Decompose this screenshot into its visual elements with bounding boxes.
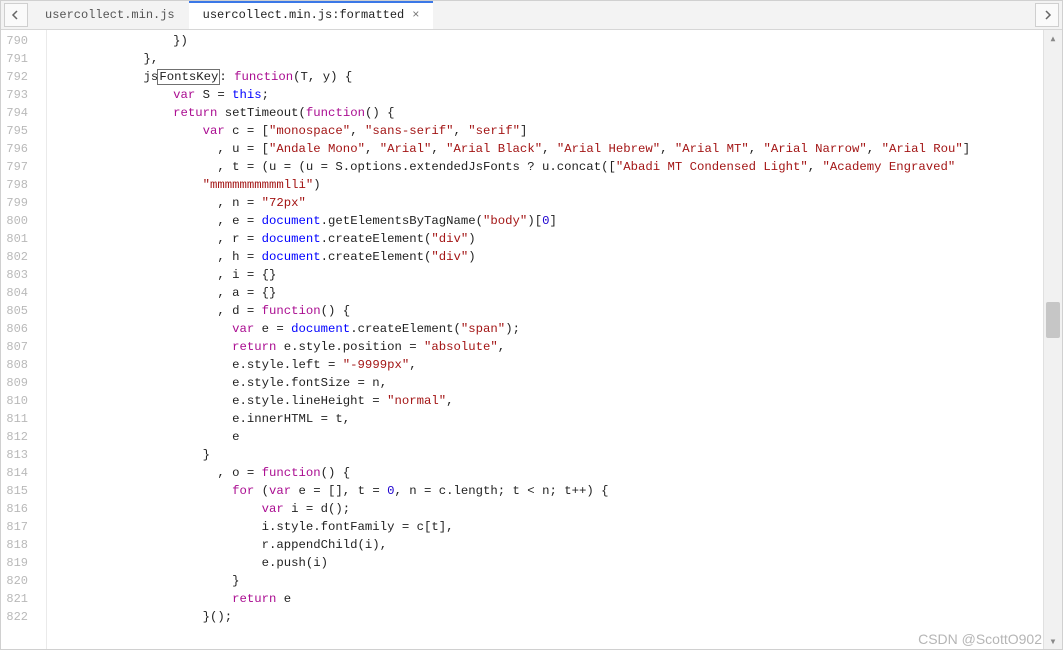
tab-nav-left[interactable] (4, 3, 28, 27)
tab-usercollect-min-js[interactable]: usercollect.min.js (31, 1, 189, 29)
scroll-down-icon[interactable]: ▾ (1044, 633, 1062, 649)
code-content[interactable]: }) }, jsFontsKey: function(T, y) { var S… (47, 30, 1043, 649)
vertical-scrollbar[interactable]: ▴ ▾ (1043, 30, 1062, 649)
close-icon[interactable]: × (412, 9, 419, 21)
tab-usercollect-min-js-formatted[interactable]: usercollect.min.js:formatted × (189, 1, 434, 29)
tab-nav-right[interactable] (1035, 3, 1059, 27)
scroll-thumb[interactable] (1046, 302, 1060, 338)
devtools-sources-panel: usercollect.min.js usercollect.min.js:fo… (0, 0, 1063, 650)
source-tab-bar: usercollect.min.js usercollect.min.js:fo… (1, 1, 1062, 30)
code-editor[interactable]: 790 791 792 793 794 795 796 797 798 799 … (1, 30, 1062, 649)
line-number-gutter: 790 791 792 793 794 795 796 797 798 799 … (1, 30, 47, 649)
tab-label: usercollect.min.js:formatted (203, 8, 405, 22)
tab-label: usercollect.min.js (45, 8, 175, 22)
scroll-up-icon[interactable]: ▴ (1044, 30, 1062, 46)
